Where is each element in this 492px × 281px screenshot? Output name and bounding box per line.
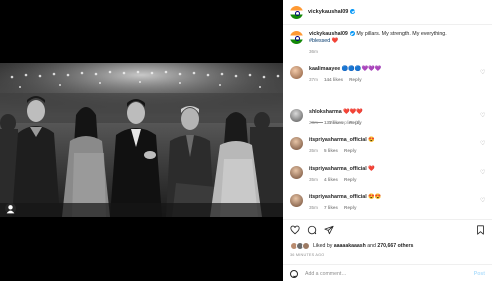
caption-hashtag[interactable]: #blessed [309,38,330,44]
comment-time[interactable]: 37m [309,77,318,82]
instagram-post: vickykaushal09 vickykaushal09 My pillars… [0,0,492,281]
comment-item: shloksharma ❤️❤️❤️ 28m 133 likes Reply [290,109,490,125]
post-header: vickykaushal09 [283,0,492,25]
comment-time[interactable]: 28m [309,120,318,125]
flag-avatar-icon [290,5,303,19]
comment-username[interactable]: shloksharma [309,109,342,115]
liked-by-and: and [367,243,376,249]
commenter-avatar[interactable] [290,166,303,179]
author-username[interactable]: vickykaushal09 [308,9,356,15]
verified-badge-icon [350,9,356,15]
comment-time[interactable]: 35m [309,148,318,153]
commenter-avatar[interactable] [290,194,303,207]
comment-username[interactable]: itspriyasharma_official [309,166,367,172]
comment-item: itspriyasharma_official 😍 35m 5 likes Repl… [290,137,490,153]
comment-heart-icon[interactable]: ♡ [480,198,486,204]
post-comment-button[interactable]: Post [474,271,485,277]
comment-likes[interactable]: 4 likes [324,177,338,182]
comment-item: kaalimaayee 🔵🔵🔵💜💜💜 37m 144 likes Reply [290,66,490,82]
comment-text: 🔵🔵🔵💜💜💜 [341,66,382,72]
comment-item: itspriyasharma_official 😍😍 35m 7 likes Rep… [290,194,490,210]
comment-username[interactable]: kaalimaayee [309,66,340,72]
liked-by-others[interactable]: 270,667 others [377,243,413,249]
comment-item: itspriyasharma_official ❤️ 35m 4 likes Rep… [290,166,490,182]
comment-heart-icon[interactable]: ♡ [480,113,486,119]
caption-emoji: ❤️ [331,38,339,44]
commenter-avatar[interactable] [290,66,303,79]
comment-icon[interactable] [307,225,317,237]
likes-summary: Liked by aaaaakaaash and 270,667 others [290,242,413,250]
comment-likes[interactable]: 7 likes [324,205,338,210]
comment-heart-icon[interactable]: ♡ [480,70,486,76]
reply-button[interactable]: Reply [349,120,362,125]
flag-avatar-icon [290,31,303,44]
comment-likes[interactable]: 5 likes [324,148,338,153]
bookmark-icon[interactable] [476,225,485,237]
post-media[interactable] [0,0,283,281]
event-photo [0,63,283,217]
post-timestamp[interactable]: 36 MINUTES AGO [290,253,324,257]
comment-time[interactable]: 35m [309,177,318,182]
comment-text: 😍 [368,137,375,143]
add-comment-bar: Post [283,264,492,281]
post-actions: Liked by aaaaakaaash and 270,667 others … [283,219,492,281]
liked-by-user[interactable]: aaaaakaaash [334,243,366,249]
comment-heart-icon[interactable]: ♡ [480,141,486,147]
comments-section[interactable]: vickykaushal09 My pillars. My strength. … [283,26,492,219]
reply-button[interactable]: Reply [344,148,357,153]
emoji-icon[interactable] [290,269,298,278]
liker-avatar[interactable] [302,242,310,250]
commenter-avatar[interactable] [290,137,303,150]
comment-heart-icon[interactable]: ♡ [480,170,486,176]
comment-username[interactable]: itspriyasharma_official [309,137,367,143]
commenter-avatar[interactable] [290,109,303,122]
caption-meta: 36m [309,49,479,54]
comment-username[interactable]: itspriyasharma_official [309,194,367,200]
share-icon[interactable] [324,225,334,237]
caption-username[interactable]: vickykaushal09 [309,31,348,37]
comment-text: ❤️❤️❤️ [343,109,363,115]
comment-likes[interactable]: 133 likes [324,120,343,125]
caption-avatar[interactable] [290,31,303,44]
reply-button[interactable]: Reply [349,77,362,82]
verified-badge-icon [349,31,355,37]
caption-time[interactable]: 36m [309,49,318,54]
user-tag-icon[interactable] [5,203,16,214]
post-photo[interactable] [0,63,283,217]
liked-by-prefix: Liked by [313,243,333,249]
reply-button[interactable]: Reply [344,177,357,182]
comment-likes[interactable]: 144 likes [324,77,343,82]
author-avatar[interactable] [290,5,303,19]
caption-body: My pillars. My strength. My everything. [356,31,447,37]
post-sidebar: vickykaushal09 vickykaushal09 My pillars… [283,0,492,281]
comment-text: 😍😍 [368,194,382,200]
comment-input[interactable] [305,270,455,277]
heart-icon[interactable] [290,225,300,237]
caption-text: vickykaushal09 My pillars. My strength. … [309,31,479,45]
reply-button[interactable]: Reply [344,205,357,210]
post-caption: vickykaushal09 My pillars. My strength. … [290,31,485,54]
comment-time[interactable]: 35m [309,205,318,210]
comment-text: ❤️ [368,166,375,172]
author-username-text[interactable]: vickykaushal09 [308,9,348,15]
action-icons [290,225,334,237]
